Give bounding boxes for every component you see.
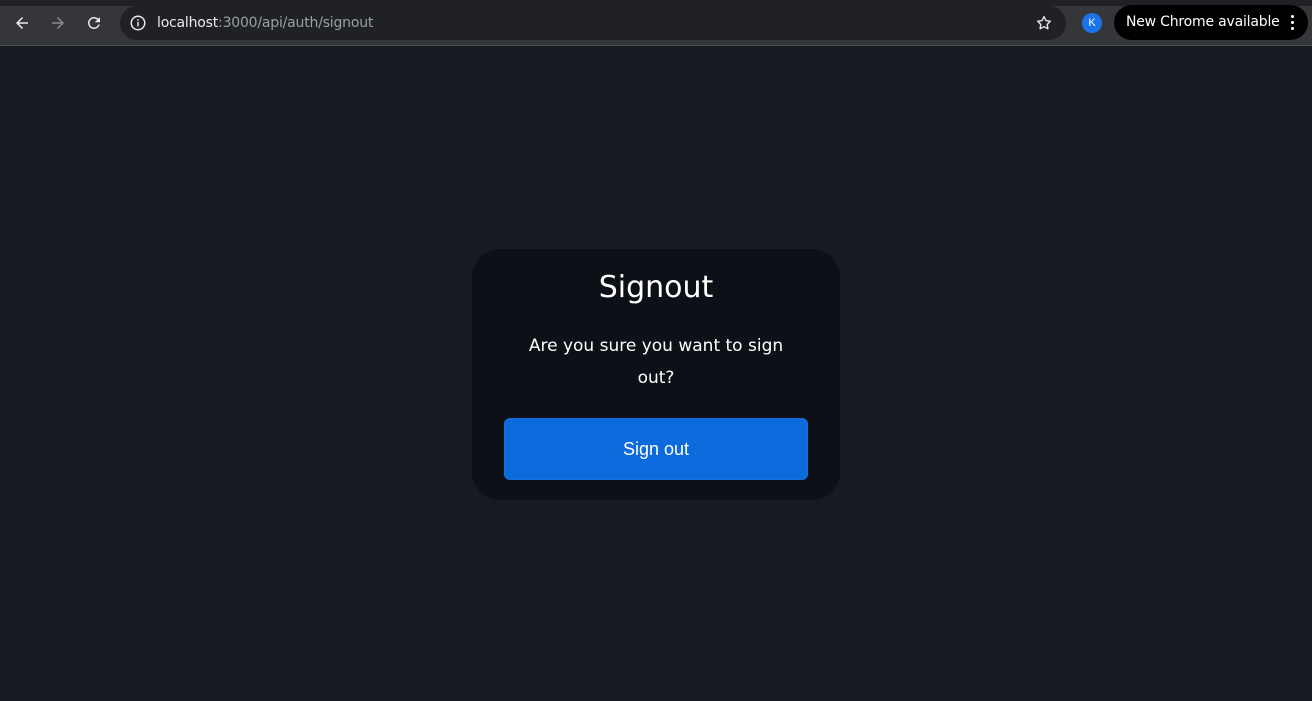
update-chip-label: New Chrome available [1126,14,1280,30]
url-host: localhost [157,15,219,31]
back-button[interactable] [7,8,37,38]
address-bar[interactable]: localhost:3000/api/auth/signout [120,6,1066,40]
browser-toolbar: localhost:3000/api/auth/signout K New Ch… [0,0,1312,46]
sign-out-button[interactable]: Sign out [504,418,808,480]
update-chrome-button[interactable]: New Chrome available [1114,5,1308,40]
url-text[interactable]: localhost:3000/api/auth/signout [157,6,373,40]
url-path: :3000/api/auth/signout [218,15,374,31]
page-title: Signout [598,270,714,305]
forward-icon [52,17,64,29]
site-info-icon [130,15,146,31]
back-icon [16,17,28,29]
confirmation-message: Are you sure you want to sign out? [528,336,784,388]
site-info-button[interactable] [126,11,150,35]
bookmark-star-icon [1036,15,1052,30]
reload-icon [87,16,100,29]
bookmark-button[interactable] [1034,13,1054,33]
profile-avatar[interactable]: K [1082,13,1102,33]
more-vert-icon [1290,15,1294,30]
forward-button[interactable] [43,8,73,38]
reload-button[interactable] [79,8,109,38]
